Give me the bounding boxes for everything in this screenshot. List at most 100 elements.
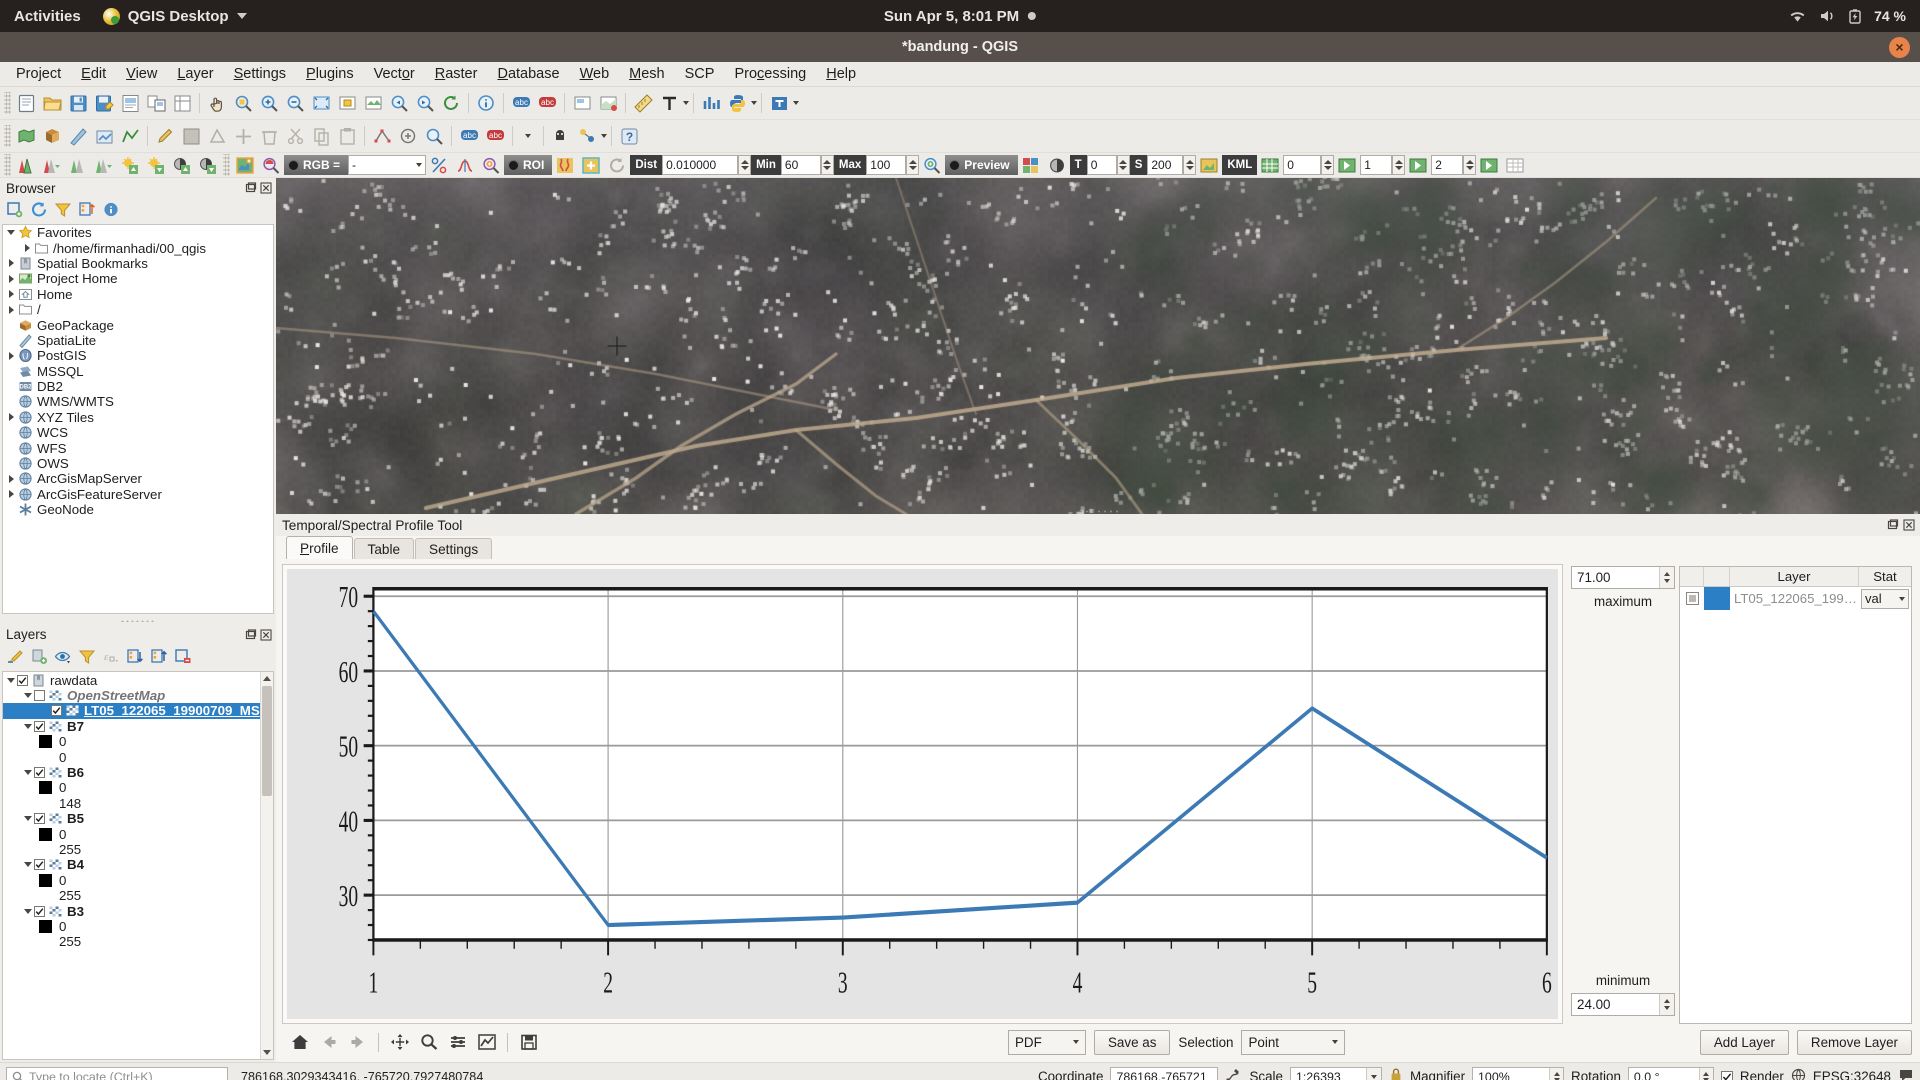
- export-format-combo[interactable]: PDF: [1008, 1029, 1086, 1055]
- browser-item-favorites[interactable]: Favorites: [3, 225, 273, 240]
- scp-mask-icon[interactable]: [1044, 152, 1070, 178]
- scp-export-icon[interactable]: [1196, 152, 1222, 178]
- magnifier-spinner[interactable]: [1549, 1067, 1564, 1080]
- statistics-icon[interactable]: [698, 90, 724, 116]
- nav1-spinner[interactable]: [1392, 155, 1406, 175]
- browser-item-geonode[interactable]: GeoNode: [3, 502, 273, 517]
- scp-next-3-icon[interactable]: [1476, 152, 1502, 178]
- layer-item-openstreetmap[interactable]: OpenStreetMap: [3, 688, 260, 703]
- dist-input[interactable]: 0.010000: [662, 155, 739, 175]
- browser-float-button[interactable]: [245, 182, 257, 194]
- minimum-input[interactable]: 24.00: [1571, 993, 1675, 1016]
- layer-item-lt05-122065-19900709-ms[interactable]: LT05_122065_19900709_MS: [3, 703, 260, 719]
- browser-item-mssql[interactable]: MSSQL: [3, 364, 273, 379]
- expand-arrow-icon[interactable]: [5, 271, 17, 286]
- new-project-icon[interactable]: [13, 90, 39, 116]
- new-spatialite-layer-icon[interactable]: [65, 123, 91, 149]
- scp-classification-icon[interactable]: [1018, 152, 1044, 178]
- expand-arrow-icon[interactable]: [5, 302, 17, 317]
- magnifier-input[interactable]: 100%: [1472, 1066, 1565, 1080]
- layer-item-148[interactable]: 148: [3, 796, 260, 811]
- render-checkbox[interactable]: [1720, 1070, 1733, 1080]
- map-canvas[interactable]: [276, 178, 1920, 514]
- toolbar-overflow-icon[interactable]: [525, 134, 531, 138]
- expression-filter-icon[interactable]: ε: [102, 648, 120, 668]
- layer-item-0[interactable]: 0: [3, 826, 260, 842]
- layers-scrollbar[interactable]: [260, 671, 273, 1059]
- dock-splitter[interactable]: [0, 615, 276, 625]
- scp-dock-icon[interactable]: [232, 152, 258, 178]
- layer-item-255[interactable]: 255: [3, 842, 260, 857]
- edit-axis-icon[interactable]: [473, 1029, 500, 1056]
- row-checkbox[interactable]: [1680, 592, 1704, 605]
- layers-float-button[interactable]: [245, 628, 257, 641]
- layer-item-0[interactable]: 0: [3, 734, 260, 749]
- browser-item-ows[interactable]: OWS: [3, 456, 273, 471]
- browser-item-wcs[interactable]: WCS: [3, 425, 273, 440]
- scp-table-icon[interactable]: [1502, 152, 1528, 178]
- menu-scp[interactable]: SCP: [675, 63, 725, 85]
- layer-table[interactable]: Layer Stat LT05_122065_1990... val: [1679, 566, 1912, 1024]
- browser-item-project-home[interactable]: Project Home: [3, 271, 273, 286]
- nav1-input[interactable]: 1: [1360, 155, 1393, 175]
- histogram-stretch-2-icon[interactable]: [39, 152, 65, 178]
- menu-processing[interactable]: Processing: [724, 63, 816, 85]
- chevron-down-icon[interactable]: [683, 101, 689, 105]
- layer-item-b6[interactable]: B6: [3, 765, 260, 780]
- browser-item-spatialite[interactable]: SpatiaLite: [3, 333, 273, 348]
- roi-polygon-icon[interactable]: [552, 152, 578, 178]
- selection-combo[interactable]: Point: [1241, 1029, 1346, 1055]
- delete-selected-icon[interactable]: [256, 123, 282, 149]
- activities-button[interactable]: Activities: [14, 8, 81, 25]
- cut-features-icon[interactable]: [282, 123, 308, 149]
- scp-band-calc-icon[interactable]: [426, 152, 452, 178]
- expand-arrow-icon[interactable]: [39, 703, 51, 718]
- layer-visibility-checkbox[interactable]: [34, 859, 45, 871]
- collapse-all-icon[interactable]: [78, 201, 96, 221]
- label-features-icon[interactable]: abc: [456, 123, 482, 149]
- show-layout-manager-icon[interactable]: [169, 90, 195, 116]
- profile-float-button[interactable]: [1887, 519, 1899, 531]
- max-spinner[interactable]: [906, 155, 920, 175]
- collapse-arrow-icon[interactable]: [22, 904, 34, 919]
- new-map-view-icon[interactable]: [569, 90, 595, 116]
- scrollbar-thumb[interactable]: [262, 685, 272, 796]
- decrease-brightness-icon[interactable]: [143, 152, 169, 178]
- save-as-button[interactable]: Save as: [1094, 1029, 1171, 1055]
- zoom-selection-icon[interactable]: [334, 90, 360, 116]
- locator-search-input[interactable]: Type to locate (Ctrl+K): [6, 1066, 228, 1080]
- collapse-arrow-icon[interactable]: [22, 765, 34, 780]
- maximum-input[interactable]: 71.00: [1571, 566, 1675, 589]
- min-spinner[interactable]: [820, 155, 834, 175]
- back-arrow-icon[interactable]: [315, 1029, 342, 1056]
- nav2-spinner[interactable]: [1463, 155, 1477, 175]
- scp-next-1-icon[interactable]: [1334, 152, 1360, 178]
- collapse-arrow-icon[interactable]: [5, 673, 17, 688]
- coordinate-input[interactable]: 786168,-765721: [1110, 1066, 1219, 1080]
- pan-to-selection-icon[interactable]: [230, 90, 256, 116]
- dist-spinner[interactable]: [738, 155, 752, 175]
- show-map-tips-icon[interactable]: abc: [508, 90, 534, 116]
- s-spinner[interactable]: [1183, 155, 1197, 175]
- remove-layer-icon[interactable]: [174, 648, 192, 668]
- copy-features-icon[interactable]: [308, 123, 334, 149]
- pan-icon[interactable]: [386, 1029, 413, 1056]
- toolbar-grip[interactable]: [4, 92, 11, 114]
- chevron-down-icon[interactable]: [793, 101, 799, 105]
- s-input[interactable]: 200: [1147, 155, 1184, 175]
- layer-item-rawdata[interactable]: rawdata: [3, 673, 260, 688]
- preview-zoom-icon[interactable]: [919, 152, 945, 178]
- layer-visibility-checkbox[interactable]: [34, 767, 45, 779]
- browser-item-home-firmanhadi-00-qgis[interactable]: /home/firmanhadi/00_qgis: [3, 240, 273, 256]
- open-project-icon[interactable]: [39, 90, 65, 116]
- layer-visibility-checkbox[interactable]: [17, 674, 28, 686]
- minimum-spinner[interactable]: [1659, 994, 1674, 1015]
- row-color-swatch[interactable]: [1704, 587, 1730, 610]
- browser-item-[interactable]: /: [3, 302, 273, 317]
- toggle-extents-icon[interactable]: [1225, 1067, 1242, 1080]
- new-print-layout-icon[interactable]: [117, 90, 143, 116]
- crs-icon[interactable]: [1791, 1068, 1806, 1080]
- layer-visibility-checkbox[interactable]: [34, 720, 45, 732]
- increase-brightness-icon[interactable]: [117, 152, 143, 178]
- browser-item-xyz-tiles[interactable]: XYZ Tiles: [3, 410, 273, 425]
